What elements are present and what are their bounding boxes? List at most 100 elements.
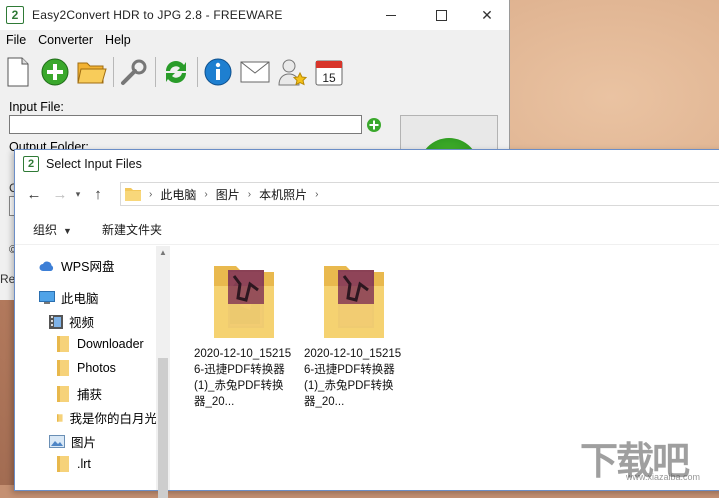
organize-label: 组织 xyxy=(33,222,58,237)
tree-item-label: .lrt xyxy=(77,457,91,471)
watermark-url: www.xiazaiba.com xyxy=(626,472,701,482)
chevron-right-icon: › xyxy=(247,188,252,200)
file-item[interactable]: 2020-12-10_152156-迅捷PDF转换器 (1)_赤兔PDF转换器_… xyxy=(194,260,294,410)
info-button[interactable] xyxy=(202,55,234,89)
video-folder-icon xyxy=(49,314,63,329)
new-file-icon xyxy=(7,57,29,87)
tree-item-downloader[interactable]: Downloader xyxy=(57,336,144,352)
maximize-button[interactable] xyxy=(418,0,464,30)
folder-icon xyxy=(57,385,69,402)
folder-icon xyxy=(57,336,69,352)
arrow-up-icon: ↑ xyxy=(94,185,102,203)
add-icon xyxy=(41,58,69,86)
file-name: 2020-12-10_152156-迅捷PDF转换器 (1)_赤兔PDF转换器_… xyxy=(194,348,292,408)
email-button[interactable] xyxy=(239,55,271,89)
tree-item-capture[interactable]: 捕获 xyxy=(57,384,102,403)
menu-help[interactable]: Help xyxy=(99,31,137,49)
folder-thumbnail-icon xyxy=(212,260,276,340)
tree-item-videos[interactable]: 视频 xyxy=(49,312,94,331)
menu-file[interactable]: File xyxy=(0,31,32,49)
folder-icon xyxy=(57,413,63,422)
tree-item-label: 视频 xyxy=(69,316,95,330)
chevron-right-icon: › xyxy=(315,188,319,200)
chevron-down-icon: ▾ xyxy=(75,188,81,199)
new-folder-button[interactable]: 新建文件夹 xyxy=(102,221,162,238)
tree-item-this-pc[interactable]: 此电脑 xyxy=(39,288,99,307)
tree-item-pictures[interactable]: 图片 xyxy=(49,432,96,451)
menu-converter[interactable]: Converter xyxy=(32,31,99,49)
tree-item-label: 捕获 xyxy=(77,388,103,402)
menubar: File Converter Help xyxy=(0,31,137,49)
add-icon xyxy=(367,118,381,132)
folder-icon xyxy=(57,456,69,472)
tree-item-label: 此电脑 xyxy=(61,292,99,306)
dialog-titlebar: 2 Select Input Files xyxy=(15,150,719,178)
close-icon: ✕ xyxy=(481,6,493,23)
folder-icon xyxy=(57,360,69,376)
organize-button[interactable]: 组织 ▼ xyxy=(33,221,72,238)
pictures-folder-icon xyxy=(49,434,65,448)
tree-item-label: Downloader xyxy=(77,337,144,351)
user-button[interactable] xyxy=(276,55,308,89)
cloud-icon xyxy=(39,261,54,271)
scrollbar-thumb[interactable] xyxy=(158,358,168,498)
toolbar: 15 xyxy=(2,52,350,92)
up-button[interactable]: ↑ xyxy=(87,183,109,205)
tree-item-moonlight[interactable]: 我是你的白月光 xyxy=(57,408,157,427)
tree-item-label: 我是你的白月光 xyxy=(69,412,157,426)
refresh-icon xyxy=(166,61,186,83)
navigation-bar: ← → ▾ ↑ › 此电脑 › 图片 › 本机照片 › xyxy=(15,179,719,209)
forward-button[interactable]: → xyxy=(49,183,71,205)
add-file-button[interactable] xyxy=(39,55,71,89)
toolbar-separator xyxy=(197,57,198,87)
new-file-button[interactable] xyxy=(2,55,34,89)
tree-item-label: Photos xyxy=(77,361,116,375)
scroll-up-icon: ▲ xyxy=(159,248,167,257)
address-bar[interactable]: › 此电脑 › 图片 › 本机照片 › xyxy=(120,182,719,206)
navigation-scrollbar[interactable]: ▲ xyxy=(156,246,170,498)
add-input-file-button[interactable] xyxy=(366,117,382,136)
app-title: Easy2Convert HDR to JPG 2.8 - FREEWARE xyxy=(32,8,283,22)
toolbar-separator xyxy=(155,57,156,87)
file-item[interactable]: 2020-12-10_152156-迅捷PDF转换器 (1)_赤兔PDF转换器_… xyxy=(304,260,404,410)
user-star-icon xyxy=(278,59,307,86)
breadcrumb-local-photos[interactable]: 本机照片 xyxy=(259,186,307,203)
file-name: 2020-12-10_152156-迅捷PDF转换器 (1)_赤兔PDF转换器_… xyxy=(304,348,402,408)
navigation-pane: WPS网盘 此电脑 视频 Downloader Photos 捕获 我是你的白月… xyxy=(15,246,171,498)
open-folder-button[interactable] xyxy=(76,55,108,89)
app-titlebar: 2 Easy2Convert HDR to JPG 2.8 - FREEWARE… xyxy=(0,0,509,30)
folder-icon xyxy=(125,188,141,201)
maximize-icon xyxy=(435,9,447,21)
back-button[interactable]: ← xyxy=(23,183,45,205)
breadcrumb-pictures[interactable]: 图片 xyxy=(216,186,240,203)
breadcrumb-this-pc[interactable]: 此电脑 xyxy=(160,186,196,203)
close-button[interactable]: ✕ xyxy=(464,0,510,30)
minimize-icon xyxy=(386,14,396,16)
tree-item-photos[interactable]: Photos xyxy=(57,360,116,376)
command-bar: 组织 ▼ 新建文件夹 xyxy=(15,214,719,245)
calendar-icon: 15 xyxy=(315,60,343,86)
tree-item-label: WPS网盘 xyxy=(61,260,115,274)
calendar-button[interactable]: 15 xyxy=(313,55,345,89)
dialog-app-icon: 2 xyxy=(23,156,39,172)
calendar-day: 15 xyxy=(322,71,336,85)
toolbar-separator xyxy=(113,57,114,87)
app-logo-icon: 2 xyxy=(6,6,24,24)
input-file-field[interactable] xyxy=(9,115,362,134)
folder-thumbnail-icon xyxy=(322,260,386,340)
input-file-label: Input File: xyxy=(9,100,64,114)
minimize-button[interactable] xyxy=(368,0,414,30)
tree-item-lrt[interactable]: .lrt xyxy=(57,456,91,472)
wrench-icon xyxy=(121,59,147,85)
computer-icon xyxy=(39,290,55,304)
tree-item-wps-cloud[interactable]: WPS网盘 xyxy=(39,256,114,275)
envelope-icon xyxy=(240,61,270,83)
info-icon xyxy=(204,58,232,86)
recent-locations-button[interactable]: ▾ xyxy=(71,183,85,205)
arrow-left-icon: ← xyxy=(26,185,42,203)
chevron-right-icon: › xyxy=(204,188,208,200)
dialog-title: Select Input Files xyxy=(46,157,142,171)
settings-button[interactable] xyxy=(118,55,150,89)
caret-down-icon: ▼ xyxy=(63,225,72,236)
refresh-button[interactable] xyxy=(160,55,192,89)
